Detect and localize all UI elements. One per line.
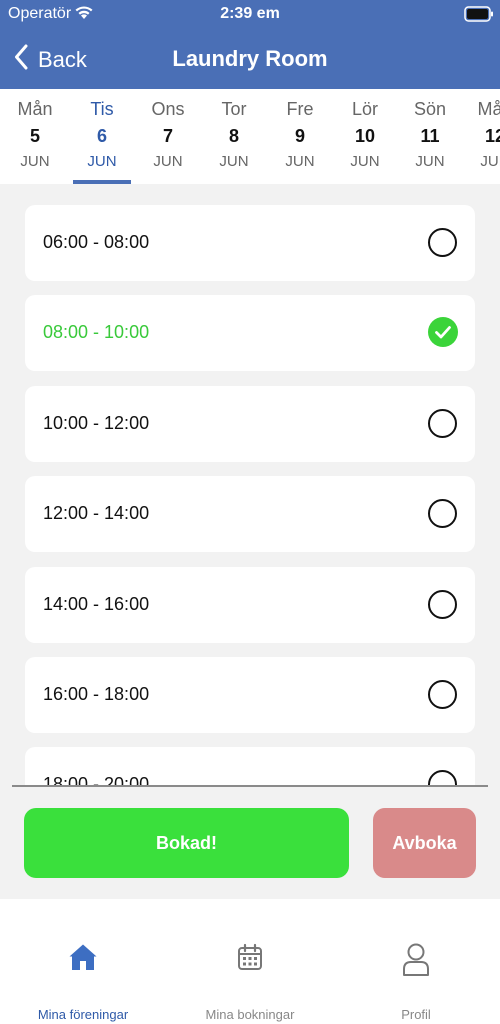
battery-icon [464,6,494,27]
day-name: Sön [413,99,447,119]
tab-label: Mina bokningar [205,1007,295,1022]
day-item[interactable]: Fre 9 JUN [267,89,333,184]
cancel-booking-button[interactable]: Avboka [373,808,476,878]
radio-empty-icon [428,228,457,257]
day-month: JUN [87,153,117,170]
day-month: JUN [415,153,445,170]
radio-empty-icon [428,680,457,709]
day-month: JUN [285,153,315,170]
day-name: Tis [90,99,114,119]
day-item[interactable]: Lör 10 JUN [332,89,398,184]
home-icon [0,942,166,972]
book-button[interactable]: Bokad! [24,808,349,878]
time-slot[interactable]: 14:00 - 16:00 [25,567,475,643]
time-slot-label: 08:00 - 10:00 [43,322,150,342]
day-name: Mån [17,99,53,119]
day-item[interactable]: Sön 11 JUN [397,89,463,184]
day-name: Tor [221,99,247,119]
day-month: JUN [480,153,500,170]
date-selector: Mån 5 JUN Tis 6 JUN Ons 7 JUN Tor 8 JUN … [0,89,500,184]
calendar-icon [167,942,333,972]
person-icon [333,942,499,978]
divider [12,785,488,787]
header: Operatör 2:39 em Back Laundry Room [0,0,500,89]
day-item[interactable]: Tor 8 JUN [201,89,267,184]
time-slot-label: 18:00 - 20:00 [43,774,150,785]
radio-empty-icon [428,499,457,528]
time-slot-list[interactable]: 06:00 - 08:00 08:00 - 10:00 10:00 - 12:0… [0,184,500,785]
day-month: JUN [350,153,380,170]
day-number: 11 [420,126,440,146]
day-number: 6 [96,126,107,146]
day-name: Lör [351,99,378,119]
day-number: 9 [294,126,305,146]
day-item[interactable]: Ons 7 JUN [135,89,201,184]
time-slot-label: 10:00 - 12:00 [43,413,150,433]
radio-empty-icon [428,770,457,785]
day-item[interactable]: Mån 5 JUN [2,89,68,184]
checkmark-icon [428,317,458,347]
day-month: JUN [219,153,249,170]
time-slot-label: 16:00 - 18:00 [43,684,150,704]
time-slot[interactable]: 16:00 - 18:00 [25,657,475,733]
day-number: 5 [29,126,40,146]
radio-empty-icon [428,409,457,438]
tab-label: Profil [401,1007,431,1022]
day-number: 10 [354,126,376,146]
time-slot-label: 12:00 - 14:00 [43,503,150,523]
clock: 2:39 em [220,5,280,22]
day-month: JUN [153,153,183,170]
time-slot[interactable]: 18:00 - 20:00 [25,747,475,785]
time-slot-selected[interactable]: 08:00 - 10:00 [25,295,475,371]
day-item-selected[interactable]: Tis 6 JUN [69,89,135,184]
status-bar: Operatör 2:39 em [0,0,500,30]
radio-empty-icon [428,590,457,619]
time-slot[interactable]: 10:00 - 12:00 [25,386,475,462]
time-slot-label: 14:00 - 16:00 [43,594,150,614]
tab-label: Mina föreningar [37,1007,129,1022]
page-title: Laundry Room [172,46,328,71]
tab-profil[interactable]: Profil [333,899,499,1024]
day-name: Mån [477,99,500,119]
time-slot-label: 06:00 - 08:00 [43,232,150,252]
day-number: 8 [228,126,239,146]
day-number: 7 [162,126,173,146]
day-name: Fre [286,99,314,119]
time-slot[interactable]: 12:00 - 14:00 [25,476,475,552]
time-slot[interactable]: 06:00 - 08:00 [25,205,475,281]
day-month: JUN [20,153,50,170]
tab-bar: Mina föreningar Mina bokningar Profil [0,899,500,1024]
tab-mina-bokningar[interactable]: Mina bokningar [167,899,333,1024]
day-name: Ons [151,99,185,119]
tab-mina-foreningar[interactable]: Mina föreningar [0,899,166,1024]
day-number: 12 [484,126,500,146]
day-item[interactable]: Mån 12 JUN [462,89,500,184]
